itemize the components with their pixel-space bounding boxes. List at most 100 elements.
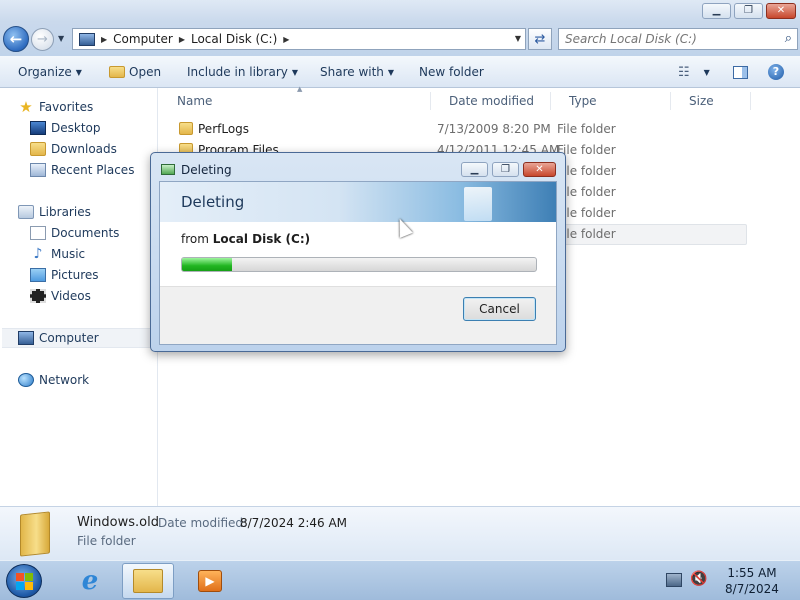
nav-documents[interactable]: Documents xyxy=(30,223,119,243)
documents-icon xyxy=(30,226,46,240)
nav-pictures[interactable]: Pictures xyxy=(30,265,99,285)
taskbar: e ▶ 🔇 1:55 AM 8/7/2024 xyxy=(0,560,800,600)
nav-network[interactable]: Network xyxy=(18,370,89,390)
nav-videos[interactable]: Videos xyxy=(30,286,91,306)
windows-logo-icon xyxy=(16,573,24,581)
from-location: Local Disk (C:) xyxy=(212,232,311,246)
column-label: Date modified xyxy=(449,94,535,108)
nav-label: Desktop xyxy=(51,121,101,135)
preview-pane-button[interactable] xyxy=(733,64,748,80)
videos-icon xyxy=(30,289,46,303)
taskbar-media-player[interactable]: ▶ xyxy=(184,563,236,599)
chevron-down-icon: ▼ xyxy=(75,67,82,77)
refresh-button[interactable]: ⇄ xyxy=(528,28,552,50)
breadcrumb-separator-icon[interactable]: ▶ xyxy=(179,35,185,44)
file-name: PerfLogs xyxy=(198,122,250,136)
minimize-icon: ▁ xyxy=(712,5,721,16)
clock-date: 8/7/2024 xyxy=(725,582,779,596)
chevron-down-icon: ▼ xyxy=(387,67,395,77)
share-label: Share with xyxy=(320,65,384,79)
organize-label: Organize xyxy=(18,65,72,79)
minimize-button[interactable]: ▁ xyxy=(702,3,731,19)
search-input[interactable] xyxy=(559,29,769,49)
desktop-icon xyxy=(30,121,46,135)
breadcrumb-computer[interactable]: Computer xyxy=(113,32,173,46)
windows-logo-icon xyxy=(16,582,24,590)
file-date: 7/13/2009 8:20 PM xyxy=(437,122,551,136)
file-row[interactable]: PerfLogs 7/13/2009 8:20 PM File folder xyxy=(167,119,747,140)
window-titlebar: ▁ ❐ ✕ xyxy=(0,0,800,22)
taskbar-internet-explorer[interactable]: e xyxy=(64,563,116,599)
nav-label: Recent Places xyxy=(51,163,135,177)
share-with-button[interactable]: Share with ▼ xyxy=(320,64,394,80)
navigation-pane: ★ Favorites Desktop Downloads Recent Plac… xyxy=(0,88,158,506)
libraries-icon xyxy=(18,205,34,219)
address-dropdown-icon[interactable]: ▼ xyxy=(515,34,521,43)
new-folder-label: New folder xyxy=(419,65,484,79)
address-bar-area: ← → ▼ ▶ Computer ▶ Local Disk (C:) ▶ ▼ ⇄… xyxy=(0,22,800,56)
computer-icon xyxy=(18,331,34,345)
new-folder-button[interactable]: New folder xyxy=(419,64,484,80)
delete-progress-bar xyxy=(181,257,537,272)
recent-pages-dropdown-icon[interactable]: ▼ xyxy=(58,34,64,43)
recent-places-icon xyxy=(30,163,46,177)
downloads-folder-icon xyxy=(30,142,46,156)
organize-button[interactable]: Organize ▼ xyxy=(18,64,82,80)
search-box[interactable]: ⌕ xyxy=(558,28,798,50)
start-button[interactable] xyxy=(6,564,42,598)
restore-button[interactable]: ❐ xyxy=(734,3,763,19)
cancel-button[interactable]: Cancel xyxy=(463,297,536,321)
forward-button[interactable]: → xyxy=(31,28,54,51)
dialog-restore-button[interactable]: ❐ xyxy=(492,162,519,177)
column-label: Type xyxy=(569,94,597,108)
nav-computer[interactable]: Computer xyxy=(2,328,156,348)
breadcrumb-separator-icon[interactable]: ▶ xyxy=(283,35,289,44)
close-icon: ✕ xyxy=(776,5,786,16)
nav-desktop[interactable]: Desktop xyxy=(30,118,101,138)
back-arrow-icon: ← xyxy=(9,30,23,48)
network-tray-icon[interactable] xyxy=(666,573,682,587)
details-date-label: Date modified: xyxy=(158,516,248,530)
taskbar-windows-explorer[interactable] xyxy=(122,563,174,599)
nav-downloads[interactable]: Downloads xyxy=(30,139,117,159)
nav-label: Favorites xyxy=(39,100,94,114)
column-header-size[interactable]: Size xyxy=(671,92,751,110)
back-button[interactable]: ← xyxy=(3,26,29,52)
breadcrumb-separator-icon[interactable]: ▶ xyxy=(101,35,107,44)
nav-label: Pictures xyxy=(51,268,99,282)
view-list-icon: ☷ xyxy=(678,64,690,80)
volume-muted-icon[interactable]: 🔇 xyxy=(690,571,707,587)
nav-recent-places[interactable]: Recent Places xyxy=(30,160,134,180)
star-icon: ★ xyxy=(19,98,33,116)
dialog-heading: Deleting xyxy=(181,193,245,211)
folder-icon xyxy=(179,122,193,135)
search-icon[interactable]: ⌕ xyxy=(785,31,792,46)
system-clock[interactable]: 1:55 AM 8/7/2024 xyxy=(712,565,792,597)
clock-time: 1:55 AM xyxy=(727,566,777,580)
details-type: File folder xyxy=(77,534,136,548)
nav-libraries[interactable]: Libraries xyxy=(18,202,91,222)
nav-favorites[interactable]: ★ Favorites xyxy=(18,97,93,117)
dialog-minimize-button[interactable]: ▁ xyxy=(461,162,488,177)
progress-fill xyxy=(182,258,232,271)
column-header-type[interactable]: Type xyxy=(551,92,671,110)
help-button[interactable]: ? xyxy=(768,64,784,80)
from-prefix: from xyxy=(181,232,209,246)
recycle-icon xyxy=(161,164,175,175)
dialog-close-button[interactable]: ✕ xyxy=(523,162,556,177)
music-icon: ♪ xyxy=(33,246,43,262)
address-box[interactable]: ▶ Computer ▶ Local Disk (C:) ▶ ▼ xyxy=(72,28,526,50)
include-in-library-button[interactable]: Include in library ▼ xyxy=(187,64,298,80)
column-header-name[interactable]: Name xyxy=(159,92,431,110)
nav-music[interactable]: ♪ Music xyxy=(30,244,86,264)
change-view-button[interactable]: ☷ ▼ xyxy=(678,64,710,80)
details-pane: Windows.old Date modified: 8/7/2024 2:46… xyxy=(0,506,800,560)
pictures-icon xyxy=(30,268,46,282)
media-player-icon: ▶ xyxy=(198,570,222,592)
column-header-date[interactable]: Date modified xyxy=(431,92,551,110)
network-icon xyxy=(18,373,34,387)
open-folder-icon xyxy=(109,66,125,78)
breadcrumb-local-disk[interactable]: Local Disk (C:) xyxy=(191,32,277,46)
close-button[interactable]: ✕ xyxy=(766,3,796,19)
open-button[interactable]: Open xyxy=(109,64,161,80)
